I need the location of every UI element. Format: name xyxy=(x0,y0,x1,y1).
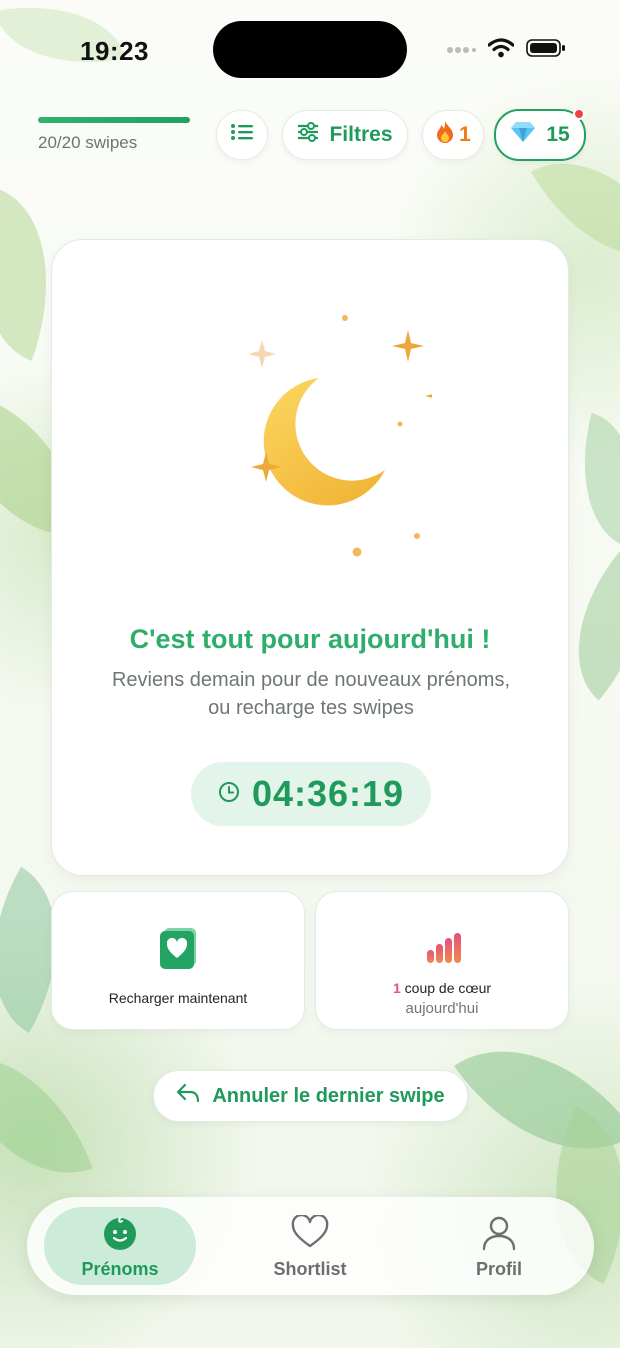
wifi-icon xyxy=(487,38,515,63)
likes-label-line1: 1 coup de cœur xyxy=(316,980,568,996)
card-subtitle-line2: ou recharge tes swipes xyxy=(208,697,414,719)
filters-button[interactable]: Filtres xyxy=(282,110,408,160)
dynamic-island xyxy=(213,21,407,78)
swipes-counter: 20/20 swipes xyxy=(38,133,138,152)
countdown-value: 04:36:19 xyxy=(251,773,405,814)
notification-dot xyxy=(573,108,585,120)
recharge-button[interactable]: Recharger maintenant xyxy=(51,891,305,1030)
card-subtitle-line1: Reviens demain pour de nouveaux prénoms, xyxy=(111,669,511,691)
heart-icon xyxy=(291,1213,329,1254)
tab-prenoms-label: Prénoms xyxy=(81,1259,159,1279)
tab-profil[interactable]: Profil xyxy=(423,1207,575,1285)
filters-label: Filtres xyxy=(329,123,393,146)
recharge-label: Recharger maintenant xyxy=(108,990,248,1006)
card-title: C'est tout pour aujourd'hui ! xyxy=(129,624,491,654)
undo-swipe-button[interactable]: Annuler le dernier swipe xyxy=(153,1070,468,1122)
list-icon xyxy=(230,122,254,148)
status-icons xyxy=(446,38,566,63)
tab-profil-label: Profil xyxy=(475,1259,522,1279)
gems-button[interactable]: 15 xyxy=(494,108,586,161)
list-button[interactable] xyxy=(216,110,268,160)
sliders-icon xyxy=(297,122,319,148)
card-subtitle: Reviens demain pour de nouveaux prénoms,… xyxy=(82,666,540,722)
clock-icon xyxy=(218,781,240,808)
bar-chart-icon xyxy=(426,932,462,969)
signal-icon xyxy=(446,42,476,60)
tab-shortlist-label: Shortlist xyxy=(273,1259,347,1279)
swipe-progress-fill xyxy=(38,117,190,123)
likes-card[interactable]: 1 coup de cœur aujourd'hui xyxy=(315,891,569,1030)
diamond-icon xyxy=(510,121,536,149)
status-time: 19:23 xyxy=(80,36,149,66)
streak-count: 1 xyxy=(459,123,471,146)
swipe-progress-bar xyxy=(38,117,190,123)
likes-count: 1 xyxy=(392,980,401,996)
undo-icon xyxy=(176,1083,200,1109)
countdown-timer: 04:36:19 xyxy=(191,762,431,826)
person-icon xyxy=(481,1215,517,1256)
battery-icon xyxy=(526,38,566,63)
tab-bar: Prénoms Shortlist Profil xyxy=(27,1197,594,1295)
streak-button[interactable]: 1 xyxy=(422,110,484,160)
tab-prenoms[interactable]: Prénoms xyxy=(44,1207,196,1285)
gems-count: 15 xyxy=(546,123,570,146)
likes-text: coup de cœur xyxy=(404,980,492,996)
baby-icon xyxy=(102,1215,138,1256)
moon-icon xyxy=(248,315,432,557)
flame-icon xyxy=(435,120,455,150)
likes-label-line2: aujourd'hui xyxy=(405,1000,479,1017)
card-heart-icon xyxy=(158,926,200,975)
tab-shortlist[interactable]: Shortlist xyxy=(234,1207,386,1285)
daily-limit-card: C'est tout pour aujourd'hui ! Reviens de… xyxy=(51,239,569,876)
undo-label: Annuler le dernier swipe xyxy=(212,1084,445,1107)
